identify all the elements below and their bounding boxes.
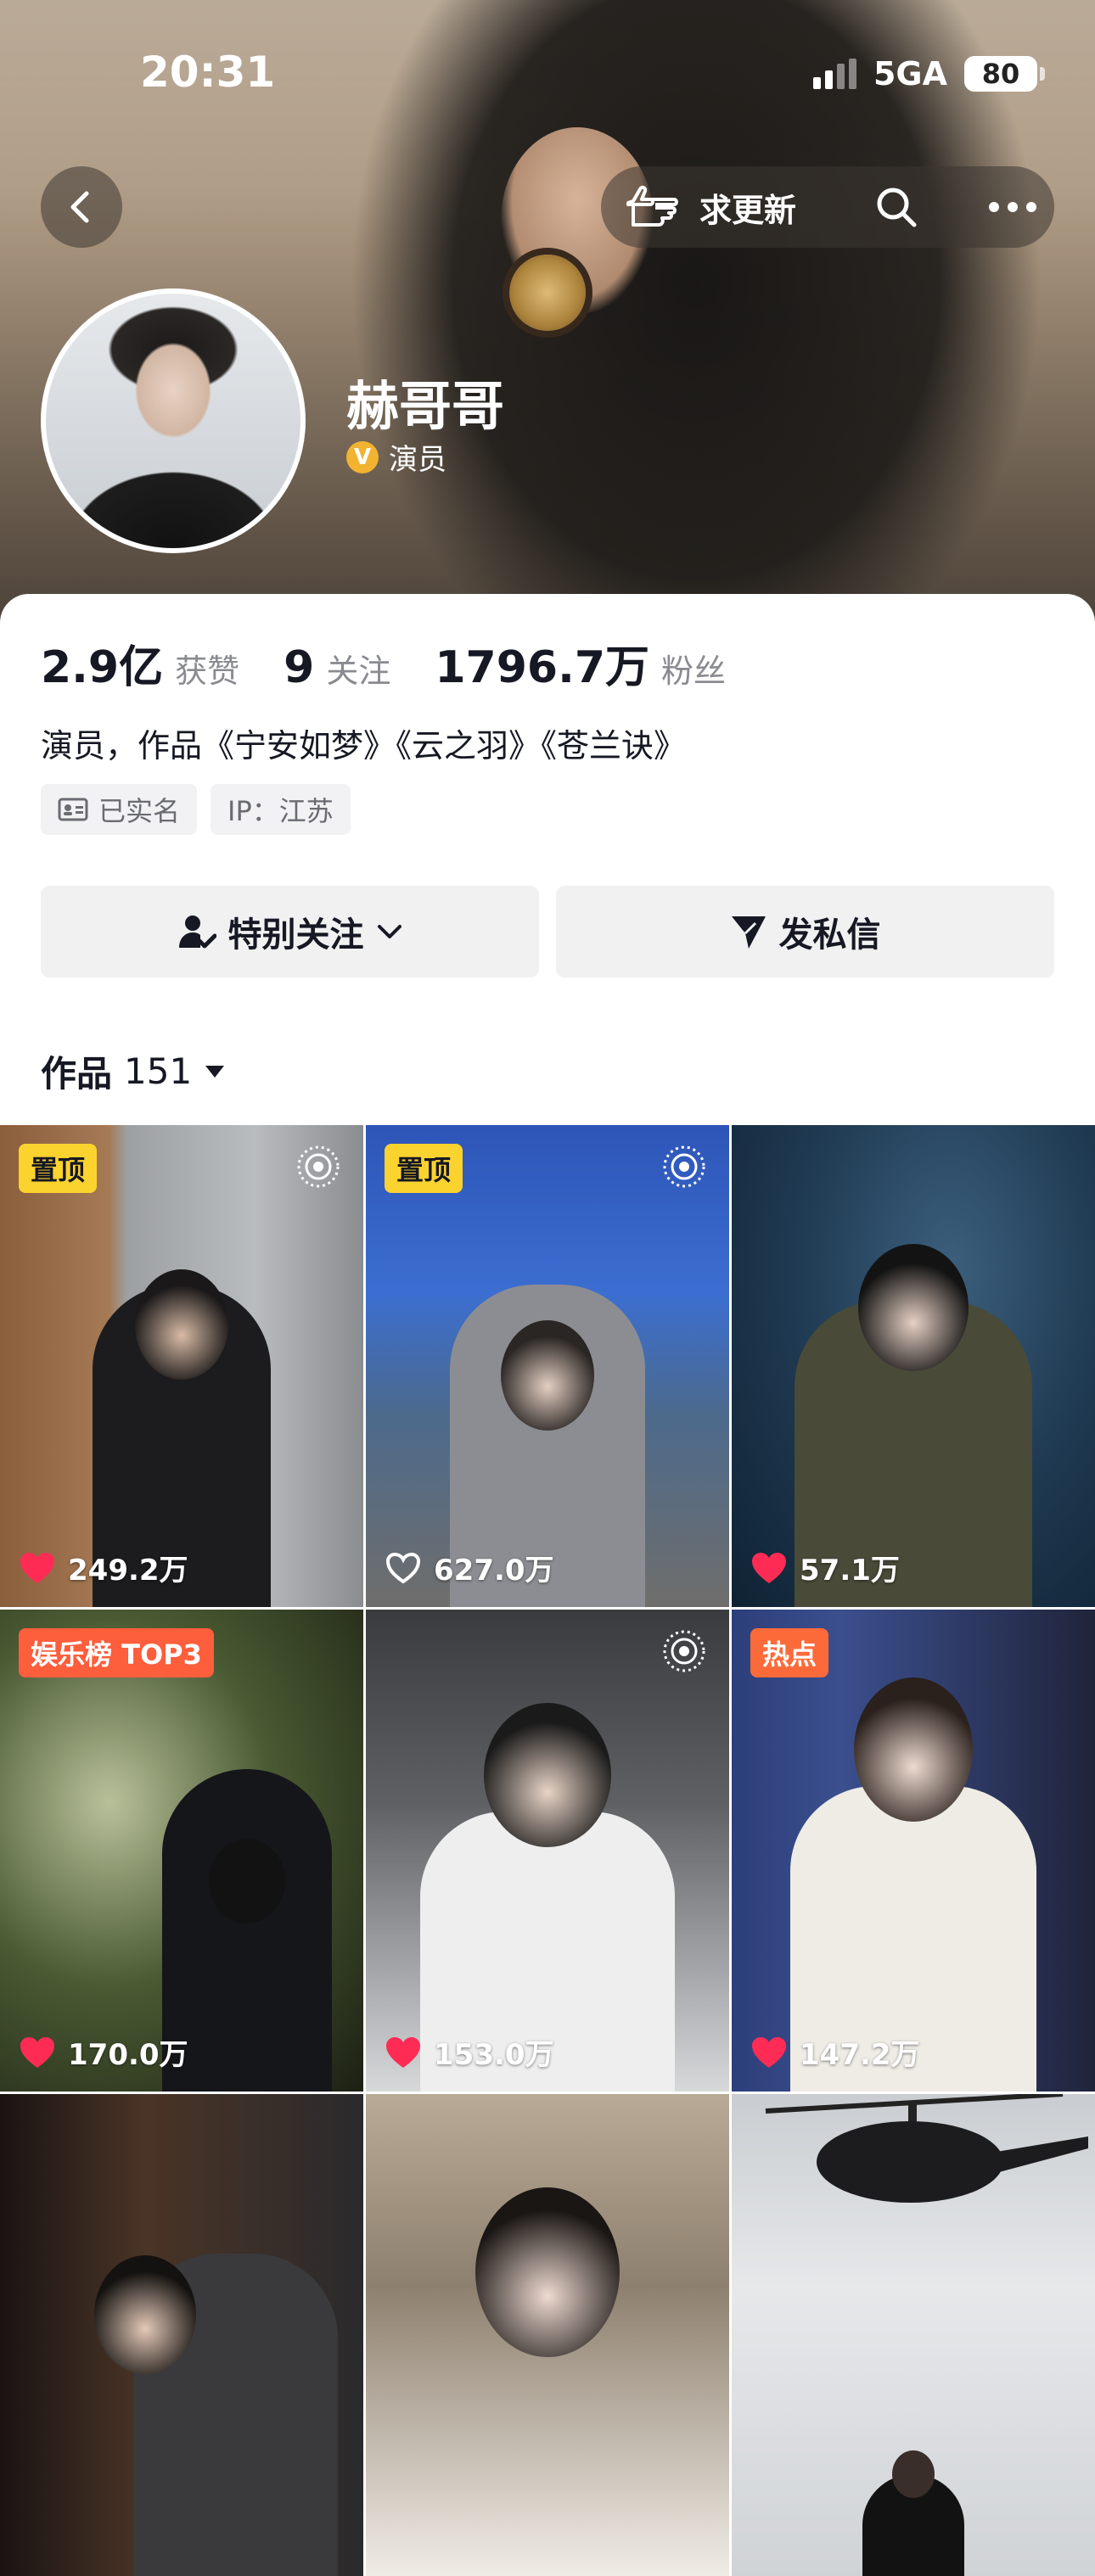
status-bar-right: 5GA 80 — [812, 53, 1045, 95]
profile-bio: 演员，作品《宁安如梦》《云之羽》《苍兰诀》 — [41, 727, 687, 764]
heart-filled-icon — [20, 1552, 54, 1583]
video-tile[interactable] — [732, 2094, 1095, 2576]
verified-icon: V — [346, 440, 379, 473]
heart-filled-icon — [752, 1552, 786, 1583]
like-count-value: 627.0万 — [434, 1554, 554, 1588]
profile-actions: 特别关注 发私信 — [41, 886, 1054, 977]
stat-followers[interactable]: 1796.7万 粉丝 — [435, 631, 726, 695]
like-count: 170.0万 — [19, 2031, 188, 2073]
like-count-value: 57.1万 — [800, 1554, 900, 1588]
tile-head — [858, 1244, 969, 1371]
video-tile[interactable] — [0, 2094, 363, 2576]
tile-head — [94, 2255, 197, 2374]
tile-head — [854, 1677, 973, 1822]
video-tile[interactable] — [366, 2094, 729, 2576]
stat-label: 获赞 — [175, 652, 240, 690]
like-count: 249.2万 — [19, 1547, 188, 1588]
send-message-label: 发私信 — [778, 916, 881, 955]
works-tab[interactable]: 作品 151 — [41, 1045, 226, 1097]
request-update-button[interactable]: 求更新 — [625, 166, 796, 248]
helicopter-icon — [765, 2094, 1088, 2203]
live-photo-icon — [663, 1145, 705, 1188]
stat-value: 2.9亿 — [41, 642, 164, 693]
real-name-label: 已实名 — [98, 795, 181, 827]
signal-icon — [812, 59, 856, 89]
works-count: 151 — [124, 1050, 193, 1092]
network-type: 5GA — [873, 55, 947, 92]
stat-following[interactable]: 9 关注 — [284, 642, 390, 693]
like-count: 153.0万 — [385, 2031, 554, 2073]
chevron-left-icon — [70, 191, 89, 223]
like-count: 57.1万 — [750, 1547, 900, 1588]
like-count: 627.0万 — [385, 1547, 554, 1588]
live-photo-icon — [297, 1145, 340, 1188]
tile-head — [475, 2187, 620, 2357]
stat-value: 9 — [284, 642, 315, 693]
back-button[interactable] — [41, 166, 122, 248]
video-tile[interactable]: 置顶 249.2万 — [0, 1125, 363, 1607]
verified-row: V 演员 — [346, 436, 446, 478]
works-grid: 置顶 249.2万 置顶 627.0万 57.1万 娱乐榜 TOP3 170.0… — [0, 1125, 1095, 2576]
hot-badge: 热点 — [750, 1628, 829, 1677]
profile-tags: 已实名 IP：江苏 — [41, 784, 351, 835]
request-update-label: 求更新 — [699, 191, 797, 229]
tile-head — [501, 1320, 594, 1431]
send-icon — [731, 916, 766, 949]
video-tile[interactable]: 57.1万 — [732, 1125, 1095, 1607]
profile-name: 赫哥哥 — [346, 375, 505, 437]
ip-location-tag: IP：江苏 — [211, 784, 351, 835]
special-follow-label: 特别关注 — [227, 916, 364, 955]
search-icon — [877, 188, 917, 227]
verified-label: 演员 — [389, 443, 446, 477]
like-count-value: 170.0万 — [68, 2038, 188, 2072]
chevron-down-icon — [377, 925, 402, 938]
status-time: 20:31 — [140, 48, 276, 97]
like-count-value: 147.2万 — [800, 2038, 920, 2072]
video-tile[interactable]: 153.0万 — [366, 1610, 729, 2092]
ip-location-label: IP：江苏 — [227, 795, 334, 827]
real-name-tag[interactable]: 已实名 — [41, 784, 198, 835]
id-card-icon — [58, 798, 88, 821]
avatar[interactable] — [41, 288, 306, 553]
works-title: 作品 — [41, 1053, 113, 1095]
rank-badge: 娱乐榜 TOP3 — [19, 1628, 214, 1677]
send-message-button[interactable]: 发私信 — [556, 886, 1054, 977]
stat-label: 粉丝 — [661, 652, 727, 690]
tile-head — [209, 1839, 286, 1924]
pinned-badge: 置顶 — [385, 1144, 463, 1193]
tile-head — [484, 1703, 611, 1847]
user-check-icon — [178, 916, 216, 949]
caret-down-icon — [205, 1065, 225, 1078]
profile-stats: 2.9亿 获赞 9 关注 1796.7万 粉丝 — [41, 631, 770, 695]
more-dots-icon — [989, 202, 1036, 212]
pointing-hand-icon — [626, 185, 678, 227]
battery-icon: 80 — [964, 56, 1045, 92]
more-button[interactable] — [981, 180, 1044, 234]
stat-label: 关注 — [326, 652, 391, 690]
battery-level: 80 — [981, 58, 1020, 90]
heart-outline-icon — [385, 1552, 421, 1583]
search-button[interactable] — [869, 180, 924, 234]
tile-head — [892, 2450, 935, 2498]
stat-likes[interactable]: 2.9亿 获赞 — [41, 631, 239, 695]
pinned-badge: 置顶 — [19, 1144, 98, 1193]
heart-filled-icon — [20, 2036, 54, 2068]
like-count-value: 153.0万 — [434, 2038, 554, 2072]
live-photo-icon — [663, 1630, 705, 1672]
video-tile[interactable]: 热点 147.2万 — [732, 1610, 1095, 2092]
stat-value: 1796.7万 — [435, 642, 650, 693]
heart-filled-icon — [386, 2036, 420, 2068]
like-count: 147.2万 — [750, 2031, 920, 2073]
video-tile[interactable]: 置顶 627.0万 — [366, 1125, 729, 1607]
special-follow-button[interactable]: 特别关注 — [41, 886, 539, 977]
tile-head — [135, 1269, 228, 1380]
like-count-value: 249.2万 — [68, 1554, 188, 1588]
video-tile[interactable]: 娱乐榜 TOP3 170.0万 — [0, 1610, 363, 2092]
heart-filled-icon — [752, 2036, 786, 2068]
